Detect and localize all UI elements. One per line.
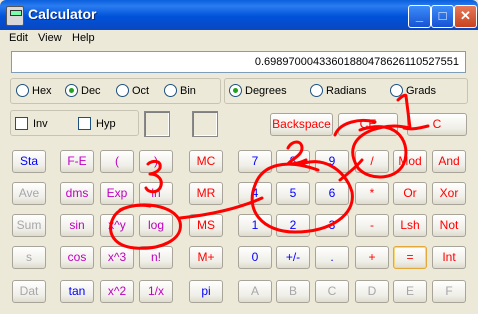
not-button[interactable]: Not [432, 214, 466, 237]
digit-2-button[interactable]: 2 [276, 214, 310, 237]
lsh-button[interactable]: Lsh [393, 214, 427, 237]
radio-oct[interactable]: Oct [116, 84, 149, 100]
m-plus-button[interactable]: M+ [189, 246, 223, 269]
decimal-button[interactable]: . [315, 246, 349, 269]
menu-bar: Edit View Help [0, 30, 478, 48]
fe-button[interactable]: F-E [60, 150, 94, 173]
int-button[interactable]: Int [432, 246, 466, 269]
result-display[interactable]: 0.69897000433601880478626110527551 [11, 51, 466, 73]
radio-dot-icon [390, 84, 403, 97]
radio-bin[interactable]: Bin [164, 84, 196, 100]
sta-button[interactable]: Sta [12, 150, 46, 173]
calculator-icon [6, 6, 24, 26]
mr-button[interactable]: MR [189, 182, 223, 205]
radio-degrees[interactable]: Degrees [229, 84, 287, 100]
digit-9-button[interactable]: 9 [315, 150, 349, 173]
radio-dot-icon [16, 84, 29, 97]
subtract-button[interactable]: - [355, 214, 389, 237]
ave-button[interactable]: Ave [12, 182, 46, 205]
multiply-button[interactable]: * [355, 182, 389, 205]
hex-b-button[interactable]: B [276, 280, 310, 303]
sum-button[interactable]: Sum [12, 214, 46, 237]
menu-edit[interactable]: Edit [9, 32, 28, 44]
sign-toggle-button[interactable]: +/- [276, 246, 310, 269]
x-pow-y-button[interactable]: x^y [100, 214, 134, 237]
digit-4-button[interactable]: 4 [238, 182, 272, 205]
checkbox-hyp[interactable]: Hyp [78, 117, 116, 133]
factorial-button[interactable]: n! [139, 246, 173, 269]
backspace-button[interactable]: Backspace [270, 113, 333, 136]
digit-7-button[interactable]: 7 [238, 150, 272, 173]
radio-hex[interactable]: Hex [16, 84, 52, 100]
checkbox-icon [78, 117, 91, 130]
menu-view[interactable]: View [38, 32, 62, 44]
sin-button[interactable]: sin [60, 214, 94, 237]
radio-dec[interactable]: Dec [65, 84, 101, 100]
close-button[interactable]: ✕ [454, 5, 477, 28]
checkbox-icon [15, 117, 28, 130]
reciprocal-button[interactable]: 1/x [139, 280, 173, 303]
ms-button[interactable]: MS [189, 214, 223, 237]
radio-grads[interactable]: Grads [390, 84, 436, 100]
minimize-button[interactable]: _ [408, 5, 431, 28]
window-title: Calculator [28, 6, 97, 22]
mc-button[interactable]: MC [189, 150, 223, 173]
ln-button[interactable]: ln [139, 182, 173, 205]
add-button[interactable]: + [355, 246, 389, 269]
hex-c-button[interactable]: C [315, 280, 349, 303]
title-bar[interactable]: Calculator _ □ ✕ [0, 0, 478, 30]
log-button[interactable]: log [139, 214, 173, 237]
hex-f-button[interactable]: F [432, 280, 466, 303]
maximize-button[interactable]: □ [431, 5, 454, 28]
digit-1-button[interactable]: 1 [238, 214, 272, 237]
exp-button[interactable]: Exp [100, 182, 134, 205]
open-paren-button[interactable]: ( [100, 150, 134, 173]
radio-dot-icon [116, 84, 129, 97]
radio-dot-icon [164, 84, 177, 97]
digit-0-button[interactable]: 0 [238, 246, 272, 269]
hex-d-button[interactable]: D [355, 280, 389, 303]
tan-button[interactable]: tan [60, 280, 94, 303]
checkbox-inv[interactable]: Inv [15, 117, 48, 133]
s-button[interactable]: s [12, 246, 46, 269]
digit-6-button[interactable]: 6 [315, 182, 349, 205]
memory-indicator [144, 111, 170, 137]
x-squared-button[interactable]: x^2 [100, 280, 134, 303]
dms-button[interactable]: dms [60, 182, 94, 205]
digit-8-button[interactable]: 8 [276, 150, 310, 173]
parenthesis-indicator [192, 111, 218, 137]
annotation-number-3: 3 [150, 179, 151, 181]
menu-help[interactable]: Help [72, 32, 95, 44]
radio-radians[interactable]: Radians [310, 84, 366, 100]
hex-e-button[interactable]: E [393, 280, 427, 303]
digit-3-button[interactable]: 3 [315, 214, 349, 237]
pi-button[interactable]: pi [189, 280, 223, 303]
xor-button[interactable]: Xor [432, 182, 466, 205]
radio-dot-icon [310, 84, 323, 97]
divide-button[interactable]: / [355, 150, 389, 173]
close-paren-button[interactable]: ) [139, 150, 173, 173]
and-button[interactable]: And [432, 150, 466, 173]
equals-button[interactable]: = [393, 246, 427, 269]
x-cubed-button[interactable]: x^3 [100, 246, 134, 269]
clear-button[interactable]: C [407, 113, 467, 136]
calculator-window: Calculator _ □ ✕ Edit View Help 0.698970… [0, 0, 478, 314]
digit-5-button[interactable]: 5 [276, 182, 310, 205]
annotation-number-1: 1 [396, 107, 397, 109]
radio-dot-icon [65, 84, 78, 97]
hex-a-button[interactable]: A [238, 280, 272, 303]
radio-dot-icon [229, 84, 242, 97]
clear-entry-button[interactable]: CE [338, 113, 398, 136]
dat-button[interactable]: Dat [12, 280, 46, 303]
or-button[interactable]: Or [393, 182, 427, 205]
mod-button[interactable]: Mod [393, 150, 427, 173]
cos-button[interactable]: cos [60, 246, 94, 269]
